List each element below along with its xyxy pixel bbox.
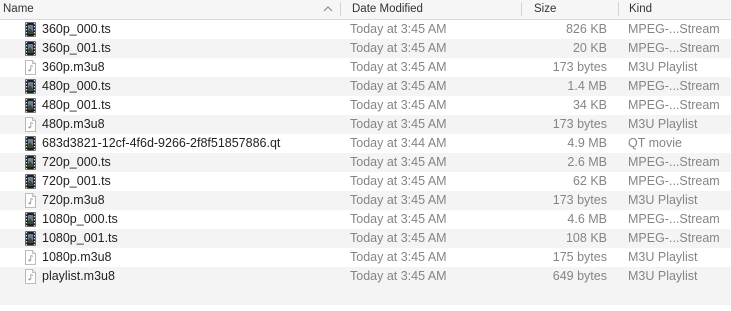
file-date-modified: Today at 3:45 AM: [350, 250, 447, 264]
column-header-date-modified-label: Date Modified: [352, 3, 423, 15]
file-date-modified: Today at 3:45 AM: [350, 155, 447, 169]
file-size: 34 KB: [572, 98, 607, 112]
file-row[interactable]: playlist.m3u8 Today at 3:45 AM 649 bytes M3…: [0, 267, 731, 286]
sort-ascending-icon: [323, 6, 333, 12]
video-file-icon: [25, 22, 36, 37]
file-date-modified: Today at 3:45 AM: [350, 174, 447, 188]
column-header-date-modified[interactable]: Date Modified: [341, 0, 521, 19]
column-header-bar: Name Date Modified Size Kind: [0, 0, 731, 20]
file-date-modified: Today at 3:45 AM: [350, 212, 447, 226]
file-size: 4.6 MB: [567, 212, 607, 226]
file-row[interactable]: 1080p_001.ts Today at 3:45 AM 108 KB MPEG-.…: [0, 229, 731, 248]
file-kind: MPEG-...Stream: [628, 41, 720, 55]
file-name[interactable]: 683d3821-12cf-4f6d-9266-2f8f51857886.qt: [42, 136, 280, 151]
file-name[interactable]: 720p_000.ts: [42, 155, 111, 170]
file-date-modified: Today at 3:45 AM: [350, 41, 447, 55]
video-file-icon: [25, 41, 36, 56]
file-kind: M3U Playlist: [628, 250, 698, 264]
file-size: 2.6 MB: [567, 155, 607, 169]
file-size: 108 KB: [565, 231, 607, 245]
file-row[interactable]: 360p.m3u8 Today at 3:45 AM 173 bytes M3U Pl…: [0, 58, 731, 77]
file-kind: QT movie: [628, 136, 682, 150]
file-size: 649 bytes: [552, 269, 607, 283]
column-header-kind[interactable]: Kind: [619, 0, 731, 19]
video-file-icon: [25, 155, 36, 170]
file-row[interactable]: 480p.m3u8 Today at 3:45 AM 173 bytes M3U Pl…: [0, 115, 731, 134]
file-date-modified: Today at 3:45 AM: [350, 22, 447, 36]
file-date-modified: Today at 3:45 AM: [350, 79, 447, 93]
file-row[interactable]: 1080p.m3u8 Today at 3:45 AM 175 bytes M3U P…: [0, 248, 731, 267]
video-file-icon: [25, 79, 36, 94]
file-list: 360p_000.ts Today at 3:45 AM 826 KB MPEG-..…: [0, 20, 731, 286]
file-date-modified: Today at 3:44 AM: [350, 136, 447, 150]
file-kind: MPEG-...Stream: [628, 212, 720, 226]
file-size: 826 KB: [565, 22, 607, 36]
column-header-size[interactable]: Size: [522, 0, 618, 19]
playlist-file-icon: [25, 193, 36, 208]
playlist-file-icon: [25, 269, 36, 284]
file-row[interactable]: 480p_001.ts Today at 3:45 AM 34 KB MPEG-...…: [0, 96, 731, 115]
file-name[interactable]: 480p_001.ts: [42, 98, 111, 113]
file-name[interactable]: 720p.m3u8: [42, 193, 105, 208]
column-header-name[interactable]: Name: [0, 0, 340, 19]
file-size: 62 KB: [572, 174, 607, 188]
file-date-modified: Today at 3:45 AM: [350, 60, 447, 74]
finder-list-view: Name Date Modified Size Kind 360p_000.ts…: [0, 0, 731, 311]
file-kind: M3U Playlist: [628, 117, 698, 131]
file-row[interactable]: 683d3821-12cf-4f6d-9266-2f8f51857886.qt T…: [0, 134, 731, 153]
file-name[interactable]: 1080p_001.ts: [42, 231, 118, 246]
video-file-icon: [25, 98, 36, 113]
video-file-icon: [25, 231, 36, 246]
file-row[interactable]: 720p_000.ts Today at 3:45 AM 2.6 MB MPEG-..…: [0, 153, 731, 172]
file-name[interactable]: 1080p.m3u8: [42, 250, 112, 265]
file-size: 1.4 MB: [567, 79, 607, 93]
playlist-file-icon: [25, 60, 36, 75]
file-size: 173 bytes: [552, 193, 607, 207]
file-name[interactable]: 360p_000.ts: [42, 22, 111, 37]
file-date-modified: Today at 3:45 AM: [350, 269, 447, 283]
file-kind: M3U Playlist: [628, 193, 698, 207]
file-name[interactable]: playlist.m3u8: [42, 269, 115, 284]
file-name[interactable]: 360p_001.ts: [42, 41, 111, 56]
file-kind: M3U Playlist: [628, 60, 698, 74]
column-header-name-label: Name: [3, 3, 34, 15]
video-file-icon: [25, 212, 36, 227]
file-row[interactable]: 360p_000.ts Today at 3:45 AM 826 KB MPEG-..…: [0, 20, 731, 39]
file-kind: M3U Playlist: [628, 269, 698, 283]
empty-row: [0, 286, 731, 305]
file-kind: MPEG-...Stream: [628, 231, 720, 245]
file-row[interactable]: 360p_001.ts Today at 3:45 AM 20 KB MPEG-...…: [0, 39, 731, 58]
playlist-file-icon: [25, 250, 36, 265]
file-name[interactable]: 480p.m3u8: [42, 117, 105, 132]
file-name[interactable]: 1080p_000.ts: [42, 212, 118, 227]
file-row[interactable]: 720p_001.ts Today at 3:45 AM 62 KB MPEG-...…: [0, 172, 731, 191]
video-file-icon: [25, 136, 36, 151]
file-size: 4.9 MB: [567, 136, 607, 150]
column-header-kind-label: Kind: [629, 3, 653, 15]
file-row[interactable]: 480p_000.ts Today at 3:45 AM 1.4 MB MPEG-..…: [0, 77, 731, 96]
file-row[interactable]: 720p.m3u8 Today at 3:45 AM 173 bytes M3U Pl…: [0, 191, 731, 210]
file-row[interactable]: 1080p_000.ts Today at 3:45 AM 4.6 MB MPEG-.…: [0, 210, 731, 229]
video-file-icon: [25, 174, 36, 189]
column-header-size-label: Size: [534, 3, 557, 15]
file-kind: MPEG-...Stream: [628, 22, 720, 36]
file-size: 175 bytes: [552, 250, 607, 264]
playlist-file-icon: [25, 117, 36, 132]
file-size: 20 KB: [572, 41, 607, 55]
file-kind: MPEG-...Stream: [628, 79, 720, 93]
file-name[interactable]: 360p.m3u8: [42, 60, 105, 75]
file-date-modified: Today at 3:45 AM: [350, 117, 447, 131]
file-date-modified: Today at 3:45 AM: [350, 231, 447, 245]
file-kind: MPEG-...Stream: [628, 155, 720, 169]
file-kind: MPEG-...Stream: [628, 98, 720, 112]
file-date-modified: Today at 3:45 AM: [350, 193, 447, 207]
file-name[interactable]: 720p_001.ts: [42, 174, 111, 189]
file-name[interactable]: 480p_000.ts: [42, 79, 111, 94]
file-date-modified: Today at 3:45 AM: [350, 98, 447, 112]
file-kind: MPEG-...Stream: [628, 174, 720, 188]
file-size: 173 bytes: [552, 60, 607, 74]
file-size: 173 bytes: [552, 117, 607, 131]
